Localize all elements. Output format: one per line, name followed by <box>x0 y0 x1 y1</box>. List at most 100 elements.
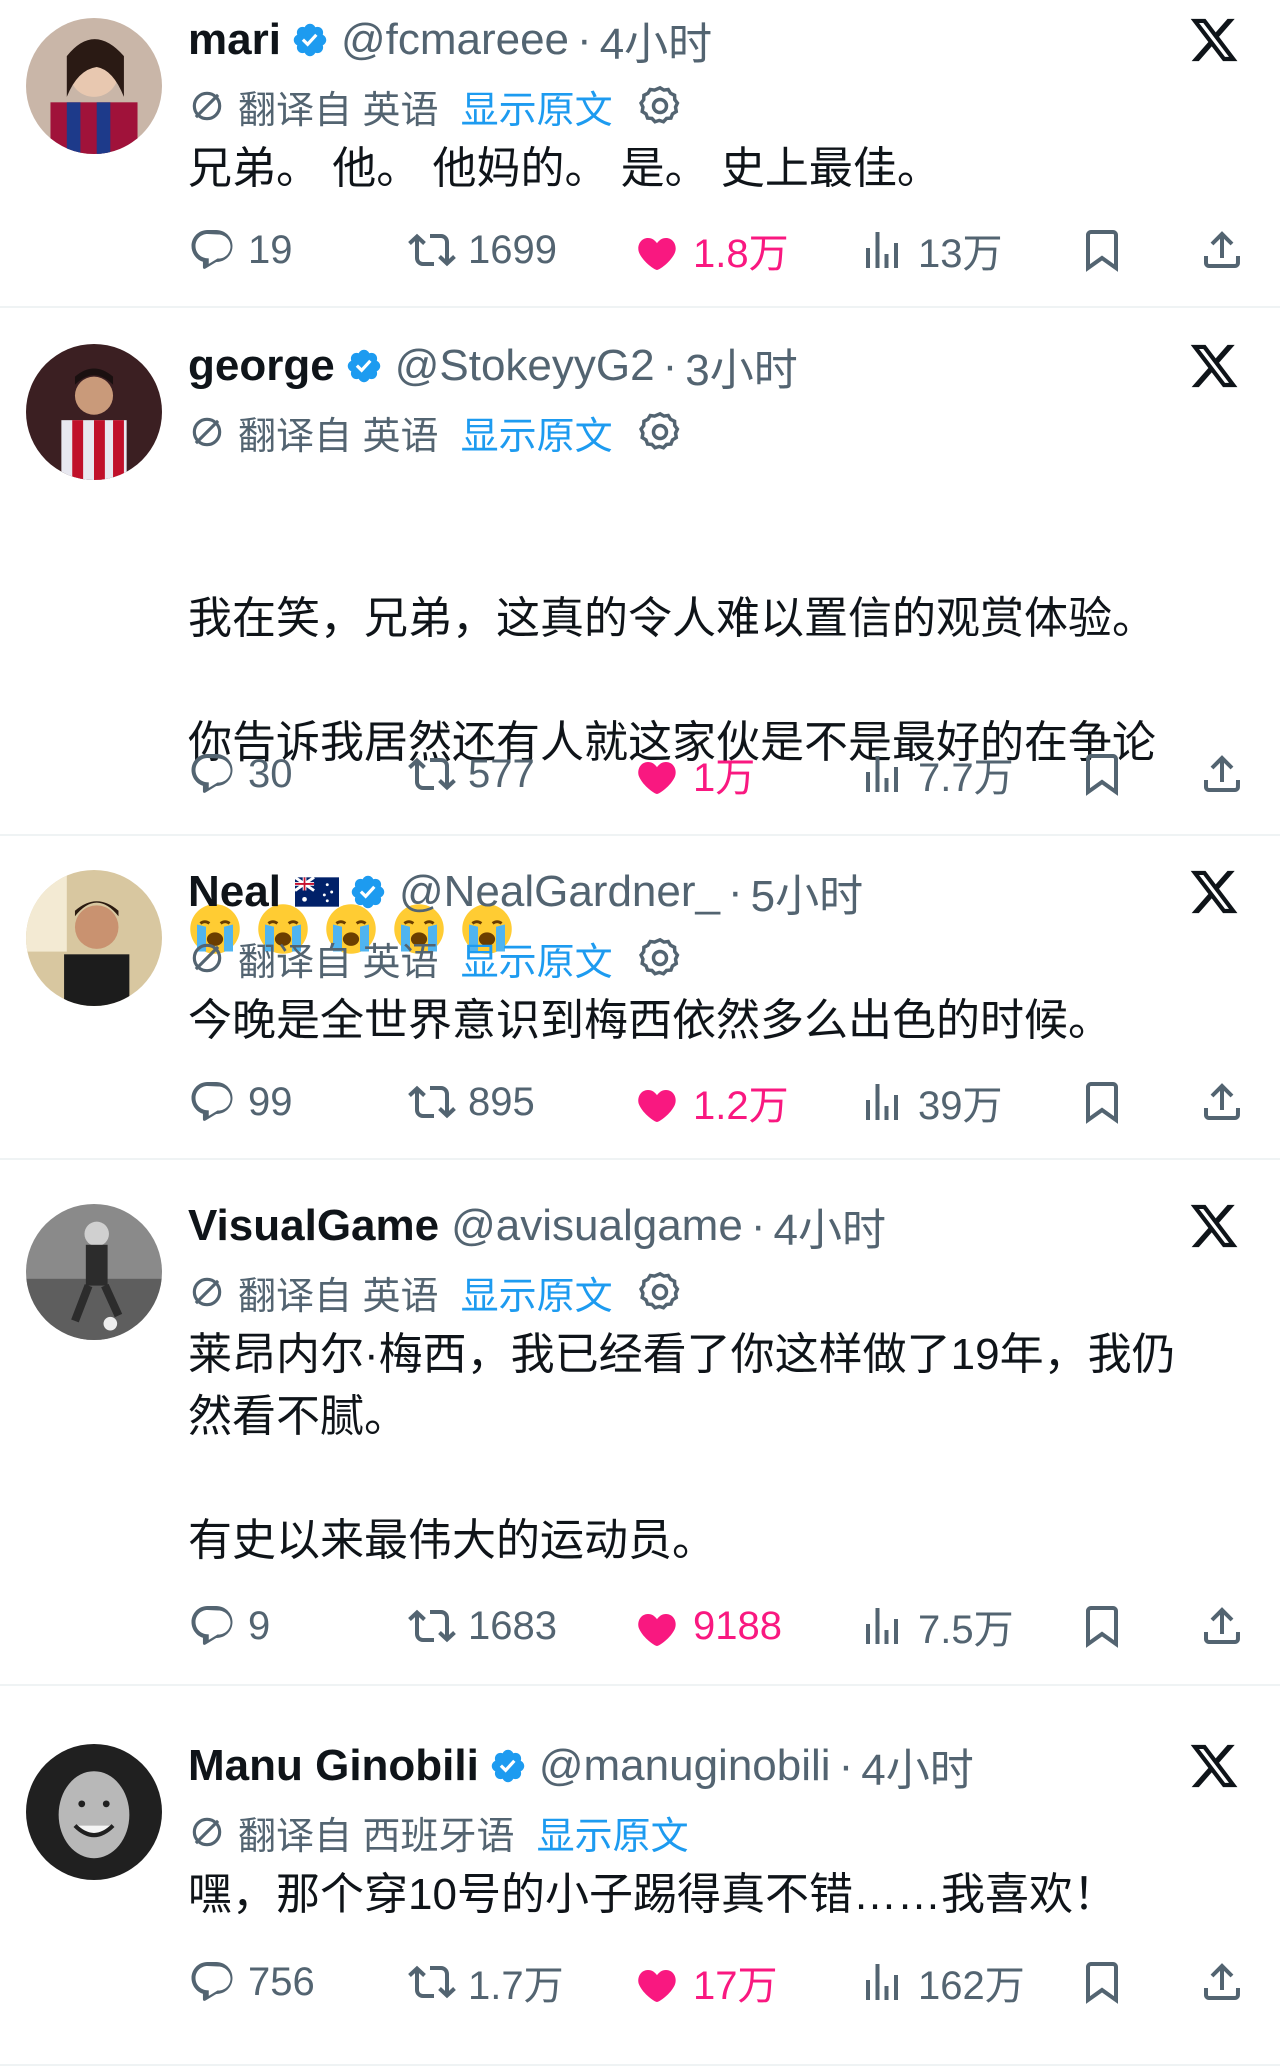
display-name[interactable]: Manu Ginobili <box>188 1741 479 1791</box>
retweet-icon <box>408 226 456 274</box>
separator-dot: · <box>577 15 592 64</box>
timestamp[interactable]: 5小时 <box>751 860 863 924</box>
display-name[interactable]: george <box>188 341 335 391</box>
heart-icon <box>633 1602 681 1650</box>
retweet-button[interactable]: 577 <box>408 744 535 804</box>
translate-icon <box>188 87 226 125</box>
share-button[interactable] <box>1198 220 1246 280</box>
verified-badge-icon <box>345 347 383 385</box>
reply-button[interactable]: 756 <box>188 1952 315 2012</box>
avatar[interactable] <box>26 1744 162 1880</box>
like-button[interactable]: 17万 <box>633 1952 778 2012</box>
avatar[interactable] <box>26 18 162 154</box>
views-icon <box>858 1602 906 1650</box>
tweet[interactable]: george @StokeyyG2 · 3小时 翻译自 英语 显示原文 我在笑，… <box>0 326 1280 836</box>
handle[interactable]: @fcmareee <box>341 15 569 65</box>
views-button[interactable]: 162万 <box>858 1952 1025 2012</box>
show-original-link[interactable]: 显示原文 <box>461 405 613 460</box>
show-original-link[interactable]: 显示原文 <box>461 1265 613 1320</box>
bookmark-button[interactable] <box>1078 1072 1126 1132</box>
x-logo-icon <box>1188 866 1240 918</box>
views-button[interactable]: 39万 <box>858 1072 1003 1132</box>
verified-badge-icon <box>489 1747 527 1785</box>
like-button[interactable]: 1万 <box>633 744 755 804</box>
handle[interactable]: @manuginobili <box>539 1741 831 1791</box>
bookmark-icon <box>1078 1602 1126 1650</box>
view-count: 162万 <box>918 1964 1025 2008</box>
reply-icon <box>188 1602 236 1650</box>
share-button[interactable] <box>1198 1596 1246 1656</box>
retweet-icon <box>408 1602 456 1650</box>
views-button[interactable]: 7.7万 <box>858 744 1014 804</box>
tweet-text: 兄弟。 他。 他妈的。 是。 史上最佳。 <box>188 144 941 193</box>
separator-dot: · <box>750 1201 766 1250</box>
reply-count: 756 <box>248 1959 315 2004</box>
views-button[interactable]: 13万 <box>858 220 1003 280</box>
verified-badge-icon <box>349 873 387 911</box>
retweet-button[interactable]: 895 <box>408 1072 535 1132</box>
separator-dot: · <box>728 867 743 916</box>
translated-from-label: 翻译自 英语 <box>238 89 439 132</box>
retweet-button[interactable]: 1699 <box>408 220 557 280</box>
gear-icon[interactable] <box>637 83 683 129</box>
display-name[interactable]: Neal <box>188 867 281 917</box>
retweet-button[interactable]: 1.7万 <box>408 1952 564 2012</box>
views-icon <box>858 750 906 798</box>
views-icon <box>858 226 906 274</box>
gear-icon[interactable] <box>637 1269 683 1315</box>
tweet[interactable]: Manu Ginobili @manuginobili · 4小时 翻译自 西班… <box>0 1726 1280 2066</box>
bookmark-button[interactable] <box>1078 1952 1126 2012</box>
handle[interactable]: @StokeyyG2 <box>395 341 655 391</box>
gear-icon[interactable] <box>637 935 683 981</box>
avatar[interactable] <box>26 344 162 480</box>
show-original-link[interactable]: 显示原文 <box>461 931 613 986</box>
reply-button[interactable]: 30 <box>188 744 293 804</box>
share-button[interactable] <box>1198 744 1246 804</box>
translate-icon <box>188 939 226 977</box>
action-bar: 30 577 1万 7.7万 <box>188 744 1240 804</box>
australia-flag-icon <box>294 877 339 907</box>
heart-icon <box>633 750 681 798</box>
gear-icon[interactable] <box>637 409 683 455</box>
timestamp[interactable]: 4小时 <box>600 8 712 72</box>
tweet[interactable]: VisualGame @avisualgame · 4小时 翻译自 英语 显示原… <box>0 1186 1280 1686</box>
bookmark-icon <box>1078 1958 1126 2006</box>
timestamp[interactable]: 3小时 <box>685 334 797 398</box>
retweet-button[interactable]: 1683 <box>408 1596 557 1656</box>
avatar[interactable] <box>26 1204 162 1340</box>
like-count: 17万 <box>693 1964 778 2008</box>
like-count: 1万 <box>693 756 756 800</box>
translate-icon <box>188 1813 226 1851</box>
handle[interactable]: @avisualgame <box>451 1201 743 1251</box>
like-button[interactable]: 9188 <box>633 1596 782 1656</box>
share-button[interactable] <box>1198 1072 1246 1132</box>
heart-icon <box>633 1078 681 1126</box>
share-button[interactable] <box>1198 1952 1246 2012</box>
heart-icon <box>633 226 681 274</box>
tweet[interactable]: mari @fcmareee · 4小时 翻译自 英语 显示原文 兄弟。 他。 … <box>0 0 1280 308</box>
timestamp[interactable]: 4小时 <box>773 1194 885 1258</box>
display-name[interactable]: VisualGame <box>188 1201 439 1251</box>
like-count: 1.8万 <box>693 232 789 276</box>
reply-button[interactable]: 19 <box>188 220 293 280</box>
retweet-count: 895 <box>468 1079 535 1124</box>
show-original-link[interactable]: 显示原文 <box>461 79 613 134</box>
handle[interactable]: @NealGardner_ <box>399 867 720 917</box>
tweet[interactable]: Neal @NealGardner_ · 5小时 翻译自 英语 显示原文 今晚是… <box>0 852 1280 1160</box>
views-button[interactable]: 7.5万 <box>858 1596 1014 1656</box>
reply-button[interactable]: 99 <box>188 1072 293 1132</box>
bookmark-button[interactable] <box>1078 220 1126 280</box>
separator-dot: · <box>838 1741 854 1790</box>
retweet-icon <box>408 750 456 798</box>
x-logo-icon <box>1188 14 1240 66</box>
view-count: 7.5万 <box>918 1608 1014 1652</box>
reply-button[interactable]: 9 <box>188 1596 270 1656</box>
show-original-link[interactable]: 显示原文 <box>537 1805 689 1860</box>
like-button[interactable]: 1.8万 <box>633 220 789 280</box>
display-name[interactable]: mari <box>188 15 281 65</box>
like-button[interactable]: 1.2万 <box>633 1072 789 1132</box>
bookmark-button[interactable] <box>1078 1596 1126 1656</box>
timestamp[interactable]: 4小时 <box>861 1734 973 1798</box>
avatar[interactable] <box>26 870 162 1006</box>
bookmark-button[interactable] <box>1078 744 1126 804</box>
